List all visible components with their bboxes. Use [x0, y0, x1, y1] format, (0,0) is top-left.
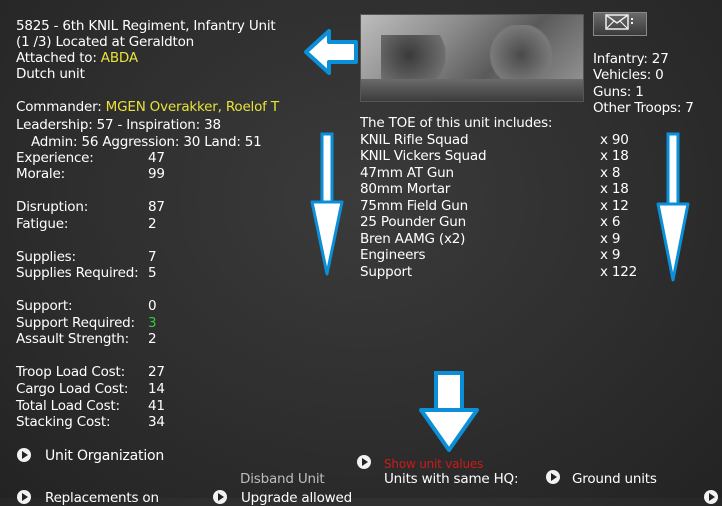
stat-value: 87	[148, 199, 165, 215]
other-troops-count: Other Troops: 7	[593, 100, 694, 116]
toe-item-name: 75mm Field Gun	[360, 198, 468, 214]
stat-label: Supplies Required:	[16, 265, 139, 281]
stat-value: 99	[148, 166, 165, 182]
toe-item-qty: x 8	[600, 165, 621, 181]
stat-value: 2	[148, 216, 157, 232]
stat-value: 41	[148, 398, 165, 414]
toe-item-qty: x 122	[600, 264, 638, 280]
toe-item-name: 47mm AT Gun	[360, 165, 454, 181]
unit-photo	[360, 14, 584, 102]
down-arrow-annotation	[310, 132, 344, 278]
unit-location: (1 /3) Located at Geraldton	[16, 34, 195, 50]
stat-label: Troop Load Cost:	[16, 364, 125, 380]
upgrade-toggle[interactable]: Upgrade allowed	[241, 490, 352, 506]
toe-item-qty: x 6	[600, 214, 621, 230]
attached-label: Attached to:	[16, 50, 101, 66]
toe-item-qty: x 12	[600, 198, 629, 214]
stat-label: Total Load Cost:	[16, 398, 120, 414]
commander-label: Commander:	[16, 99, 106, 115]
toe-item-name: KNIL Rifle Squad	[360, 132, 469, 148]
stat-value: 34	[148, 414, 165, 430]
stat-label: Fatigue:	[16, 216, 69, 232]
down-arrow-annotation	[656, 132, 690, 284]
arrow-bullet-icon[interactable]	[17, 448, 31, 462]
units-same-hq-label: Units with same HQ:	[384, 471, 519, 487]
stat-label: Disruption:	[16, 199, 89, 215]
stat-label: Supplies:	[16, 249, 76, 265]
ground-units-link[interactable]: Ground units	[572, 471, 657, 487]
toe-item-name: Bren AAMG (x2)	[360, 231, 466, 247]
toe-item-qty: x 18	[600, 181, 629, 197]
stat-label: Stacking Cost:	[16, 414, 111, 430]
guns-count: Guns: 1	[593, 84, 644, 100]
unit-title: 5825 - 6th KNIL Regiment, Infantry Unit	[16, 18, 276, 34]
stat-value: 0	[148, 298, 157, 314]
arrow-bullet-icon[interactable]	[17, 490, 31, 504]
arrow-bullet-icon[interactable]	[213, 490, 227, 504]
unit-organization-link[interactable]: Unit Organization	[45, 448, 164, 464]
arrow-bullet-icon[interactable]	[357, 455, 371, 469]
toe-item-qty: x 9	[600, 247, 621, 263]
stat-label: Experience:	[16, 150, 94, 166]
left-arrow-annotation	[303, 28, 359, 76]
toe-heading: The TOE of this unit includes:	[360, 115, 553, 131]
stat-value: 27	[148, 364, 165, 380]
unit-nationality: Dutch unit	[16, 66, 85, 82]
stat-label: Cargo Load Cost:	[16, 381, 129, 397]
infantry-count: Infantry: 27	[593, 51, 669, 67]
stat-value: 2	[148, 331, 157, 347]
leadership-line: Leadership: 57 - Inspiration: 38	[16, 117, 221, 133]
attached-to: Attached to: ABDA	[16, 50, 138, 66]
stat-value: 3	[148, 315, 157, 331]
attached-value[interactable]: ABDA	[101, 50, 138, 66]
toe-item-qty: x 18	[600, 148, 629, 164]
toe-item-name: 25 Pounder Gun	[360, 214, 466, 230]
toe-item-name: KNIL Vickers Squad	[360, 148, 487, 164]
disband-unit-link[interactable]: Disband Unit	[240, 471, 325, 487]
toe-item-name: Support	[360, 264, 412, 280]
stat-label: Support Required:	[16, 315, 135, 331]
down-arrow-annotation	[418, 370, 480, 454]
stat-label: Assault Strength:	[16, 331, 130, 347]
admin-line: Admin: 56 Aggression: 30 Land: 51	[31, 134, 262, 150]
stat-value: 14	[148, 381, 165, 397]
stat-label: Morale:	[16, 166, 65, 182]
toe-item-name: Engineers	[360, 247, 426, 263]
envelope-icon	[605, 14, 635, 34]
commander-name[interactable]: MGEN Overakker, Roelof T	[106, 99, 279, 115]
toe-item-qty: x 9	[600, 231, 621, 247]
toe-item-qty: x 90	[600, 132, 629, 148]
stat-label: Support:	[16, 298, 73, 314]
replacements-toggle[interactable]: Replacements on	[45, 490, 159, 506]
arrow-bullet-icon[interactable]	[704, 490, 718, 504]
stat-value: 47	[148, 150, 165, 166]
stat-value: 5	[148, 265, 157, 281]
vehicles-count: Vehicles: 0	[593, 67, 664, 83]
toe-item-name: 80mm Mortar	[360, 181, 451, 197]
arrow-bullet-icon[interactable]	[546, 470, 560, 484]
stat-value: 7	[148, 249, 157, 265]
commander-row: Commander: MGEN Overakker, Roelof T	[16, 99, 279, 115]
mail-button[interactable]	[593, 12, 647, 36]
show-unit-values-link[interactable]: Show unit values	[384, 456, 483, 472]
